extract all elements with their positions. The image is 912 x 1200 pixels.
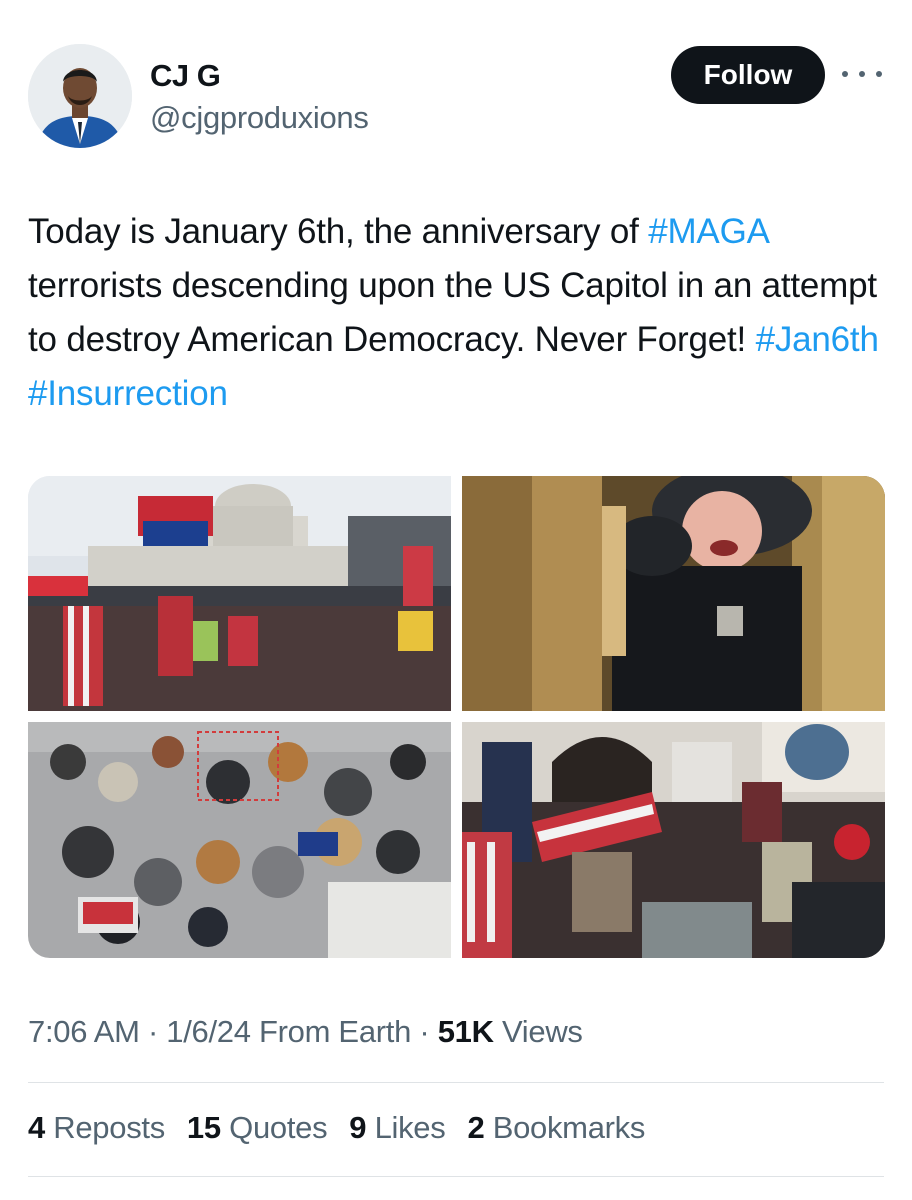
tweet-meta: 7:06 AM · 1/6/24 From Earth · 51K Views [28,1014,583,1050]
hashtag-insurrection[interactable]: #Insurrection [28,374,228,413]
more-horizontal-icon[interactable] [842,62,882,86]
engagement-stats: 4 Reposts 15 Quotes 9 Likes 2 Bookmarks [28,1110,645,1146]
photo-4[interactable] [462,722,885,958]
divider [28,1176,884,1177]
capitol-crowd-image [28,476,451,711]
reposts-stat[interactable]: 4 Reposts [28,1110,165,1146]
follow-button[interactable]: Follow [671,46,825,104]
likes-label: Likes [374,1110,446,1145]
author-handle[interactable]: @cjgproduxions [150,100,369,136]
photo-2[interactable] [462,476,885,711]
media-grid [28,476,885,958]
reposts-count: 4 [28,1110,45,1145]
crowd-fighting-image [28,722,451,958]
tweet-time[interactable]: 7:06 AM [28,1014,140,1049]
photo-1[interactable] [28,476,451,711]
divider [28,1082,884,1083]
views-label[interactable]: Views [494,1014,583,1049]
likes-count: 9 [349,1110,367,1145]
tweet-text-part: Today is January 6th, the anniversary of [28,212,649,251]
avatar[interactable] [28,44,132,148]
officer-crushed-image [462,476,885,711]
dot [876,71,882,77]
reposts-label: Reposts [53,1110,165,1145]
dot [859,71,865,77]
tweet-text: Today is January 6th, the anniversary of… [28,205,896,421]
tweet-source: From Earth [250,1014,412,1049]
avatar-image [28,44,132,148]
bookmarks-stat[interactable]: 2 Bookmarks [467,1110,645,1146]
dot [842,71,848,77]
capitol-entrance-image [462,722,885,958]
likes-stat[interactable]: 9 Likes [349,1110,445,1146]
tweet-text-part: terrorists descending upon the US Capito… [28,266,877,359]
hashtag-jan6th[interactable]: #Jan6th [756,320,879,359]
bookmarks-count: 2 [467,1110,485,1145]
views-count[interactable]: 51K [438,1014,494,1049]
quotes-stat[interactable]: 15 Quotes [186,1110,328,1146]
bookmarks-label: Bookmarks [492,1110,646,1145]
author-name[interactable]: CJ G [150,58,221,94]
hashtag-maga[interactable]: #MAGA [648,212,768,251]
meta-separator: · [139,1014,167,1049]
quotes-count: 15 [186,1110,221,1145]
photo-3[interactable] [28,722,451,958]
tweet-date[interactable]: 1/6/24 [166,1014,251,1049]
quotes-label: Quotes [229,1110,328,1145]
meta-separator: · [411,1014,438,1049]
